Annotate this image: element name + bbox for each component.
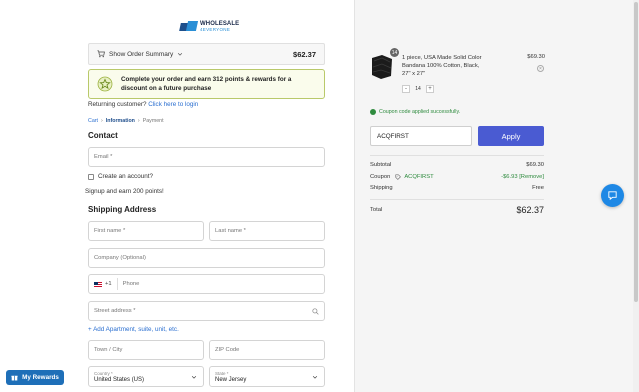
subtotal-row: Subtotal $69.30 — [370, 162, 544, 168]
coupon-code-input[interactable]: ACQFIRST — [370, 126, 472, 146]
chevron-down-icon — [312, 376, 318, 379]
search-icon[interactable] — [312, 308, 319, 315]
breadcrumb-information: Information — [105, 118, 135, 124]
first-name-field[interactable]: First name * — [88, 221, 204, 241]
shipping-value: Free — [532, 185, 544, 191]
town-city-field[interactable]: Town / City — [88, 340, 204, 360]
total-label: Total — [370, 207, 383, 213]
coupon-code: ACQFIRST — [404, 174, 434, 180]
checkout-form-panel: WHOLESALE 4EVERYONE Show Order Summary $… — [0, 0, 354, 392]
company-field[interactable]: Company (Optional) — [88, 248, 325, 268]
gift-icon — [11, 375, 18, 381]
order-summary-label: Show Order Summary — [109, 50, 174, 58]
create-account-label: Create an account? — [98, 173, 153, 180]
phone-divider — [116, 278, 118, 290]
points-banner: Complete your order and earn 312 points … — [88, 69, 325, 99]
email-placeholder: Email * — [94, 154, 113, 160]
coupon-label: Coupon — [370, 174, 391, 180]
shipping-heading: Shipping Address — [88, 205, 157, 214]
scrollbar-thumb[interactable] — [634, 2, 638, 302]
first-name-placeholder: First name * — [94, 228, 126, 234]
login-link[interactable]: Click here to login — [148, 101, 198, 108]
last-name-placeholder: Last name * — [215, 228, 246, 234]
state-value: New Jersey — [215, 376, 247, 383]
star-badge-icon — [97, 76, 113, 92]
my-rewards-button[interactable]: My Rewards — [6, 370, 64, 385]
create-account-row[interactable]: Create an account? — [88, 173, 153, 180]
total-value: $62.37 — [516, 205, 544, 215]
product-price: $69.30 — [527, 54, 545, 60]
state-select[interactable]: State * New Jersey — [209, 366, 325, 387]
coupon-row: Coupon ACQFIRST -$6.93 [Remove] — [370, 174, 544, 180]
coupon-discount-remove[interactable]: -$6.93 [Remove] — [501, 174, 544, 180]
company-placeholder: Company (Optional) — [94, 255, 146, 261]
zip-placeholder: ZIP Code — [215, 347, 240, 353]
order-summary-total: $62.37 — [293, 49, 316, 59]
town-placeholder: Town / City — [94, 347, 123, 353]
subtotal-label: Subtotal — [370, 162, 392, 168]
order-summary-panel — [354, 0, 639, 392]
chevron-down-icon — [178, 53, 183, 56]
chat-button[interactable] — [601, 184, 624, 207]
decrease-quantity-button[interactable]: - — [402, 84, 410, 93]
total-row: Total $62.37 — [370, 205, 544, 215]
signup-points-text: Signup and earn 200 points! — [85, 188, 164, 195]
phone-placeholder: Phone — [122, 281, 140, 287]
breadcrumb-payment[interactable]: Payment — [143, 118, 164, 124]
phone-field[interactable]: +1 Phone — [88, 274, 325, 294]
returning-customer: Returning customer? Click here to login — [88, 101, 198, 108]
page-scrollbar[interactable] — [633, 0, 639, 392]
cart-icon — [97, 50, 105, 58]
country-code-select[interactable]: +1 — [94, 281, 112, 287]
coupon-success-message: Coupon code applied successfully. — [370, 109, 460, 115]
last-name-field[interactable]: Last name * — [209, 221, 325, 241]
breadcrumb-cart[interactable]: Cart — [88, 118, 98, 124]
breadcrumb-separator: › — [101, 118, 103, 124]
street-placeholder: Street address * — [94, 308, 136, 314]
street-address-field[interactable]: Street address * — [88, 301, 325, 321]
shipping-row: Shipping Free — [370, 185, 544, 191]
breadcrumb: Cart › Information › Payment — [88, 118, 164, 124]
add-apartment-link[interactable]: + Add Apartment, suite, unit, etc. — [88, 326, 179, 333]
points-banner-text: Complete your order and earn 312 points … — [121, 76, 292, 92]
coupon-success-text: Coupon code applied successfully. — [379, 109, 461, 115]
create-account-checkbox[interactable] — [88, 173, 94, 180]
quantity-badge: 14 — [390, 48, 399, 57]
chevron-down-icon — [191, 376, 197, 379]
country-select[interactable]: Country * United States (US) — [88, 366, 204, 387]
check-circle-icon — [370, 109, 376, 115]
chat-icon — [608, 191, 617, 201]
increase-quantity-button[interactable]: + — [426, 84, 434, 93]
quantity-stepper[interactable]: - 14 + — [402, 84, 434, 93]
brand-name-line2: 4EVERYONE — [200, 27, 231, 32]
shipping-label: Shipping — [370, 185, 393, 191]
email-field[interactable]: Email * — [88, 147, 325, 167]
us-flag-icon — [94, 281, 102, 287]
my-rewards-label: My Rewards — [22, 374, 59, 381]
apply-coupon-button[interactable]: Apply — [478, 126, 544, 146]
country-value: United States (US) — [94, 376, 145, 383]
returning-customer-text: Returning customer? — [88, 101, 147, 108]
phone-code: +1 — [105, 281, 112, 287]
coupon-code-value: ACQFIRST — [377, 132, 409, 140]
remove-icon[interactable]: × — [537, 65, 544, 72]
product-thumbnail[interactable] — [370, 54, 394, 80]
subtotal-value: $69.30 — [526, 162, 544, 168]
product-title: 1 piece, USA Made Solid Color Bandana 10… — [402, 55, 482, 77]
breadcrumb-separator: › — [137, 118, 140, 124]
tag-icon — [395, 174, 402, 180]
divider — [370, 155, 544, 156]
order-summary-toggle[interactable]: Show Order Summary $62.37 — [88, 43, 325, 65]
divider — [370, 199, 544, 200]
quantity-value[interactable]: 14 — [412, 86, 424, 92]
logo-mark-icon — [179, 21, 199, 32]
contact-heading: Contact — [88, 131, 118, 140]
brand-logo[interactable]: WHOLESALE 4EVERYONE — [179, 21, 239, 32]
zip-code-field[interactable]: ZIP Code — [209, 340, 325, 360]
